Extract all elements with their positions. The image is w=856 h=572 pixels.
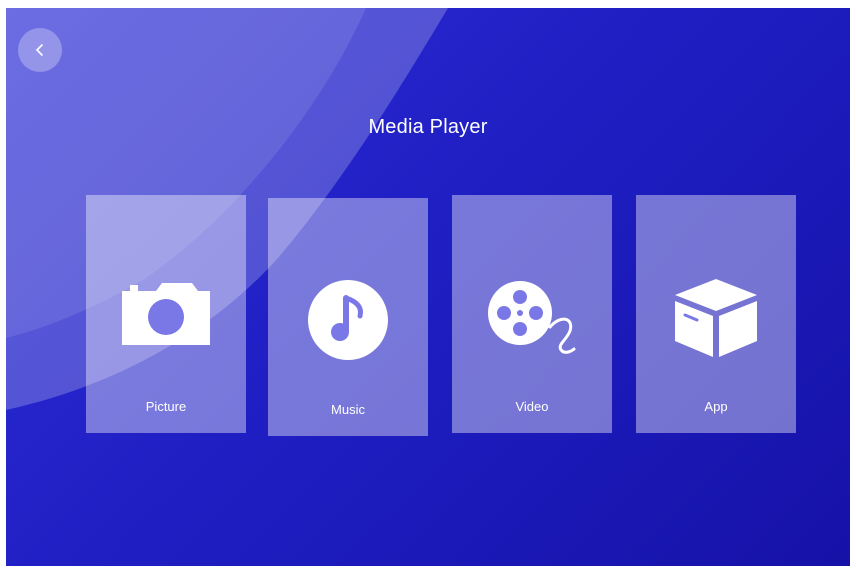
tile-music[interactable]: Music bbox=[268, 198, 428, 436]
media-player-screen: Media Player Picture Music Video App bbox=[6, 8, 850, 566]
film-reel-icon bbox=[452, 275, 612, 355]
tile-video[interactable]: Video bbox=[452, 195, 612, 433]
music-note-icon bbox=[268, 278, 428, 362]
tile-label: App bbox=[704, 399, 728, 414]
tile-label: Picture bbox=[145, 399, 187, 414]
tile-picture[interactable]: Picture bbox=[86, 195, 246, 433]
box-icon bbox=[636, 275, 796, 359]
tile-app[interactable]: App bbox=[636, 195, 796, 433]
tile-label: Video bbox=[515, 399, 549, 414]
camera-icon bbox=[86, 275, 246, 347]
back-button[interactable] bbox=[18, 28, 62, 72]
chevron-left-icon bbox=[35, 44, 43, 56]
tile-label: Music bbox=[331, 402, 365, 417]
page-title: Media Player bbox=[368, 116, 488, 138]
